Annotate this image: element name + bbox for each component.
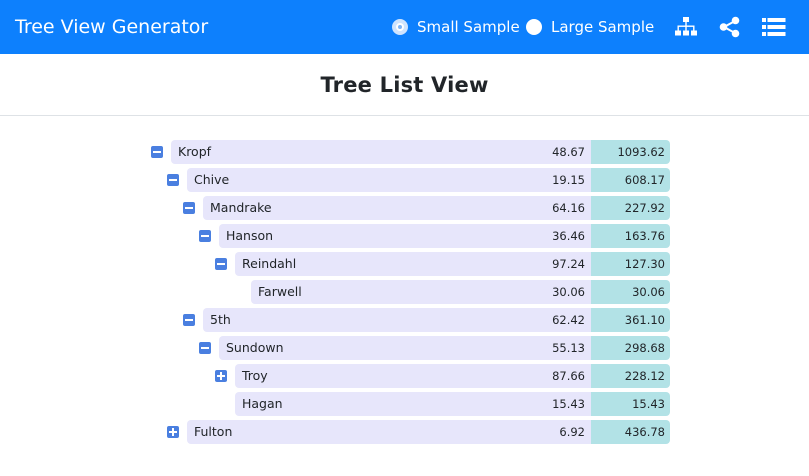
share-icon[interactable] [718,16,742,38]
node-name: Mandrake [210,200,272,215]
sitemap-icon[interactable] [674,16,698,38]
node-name: Hagan [242,396,283,411]
node-total: 1093.62 [591,140,670,164]
node-value: 87.66 [552,369,585,383]
expand-icon[interactable] [167,426,179,438]
collapse-icon[interactable] [167,174,179,186]
small-sample-label: Small Sample [417,18,520,36]
tree-node[interactable]: Mandrake 64.16 [203,196,591,220]
node-total: 361.10 [591,308,670,332]
tree-node[interactable]: Chive 19.15 [187,168,591,192]
tree-row: Sundown 55.13 298.68 [0,336,809,360]
node-name: Troy [242,368,268,383]
radio-checked-icon[interactable] [392,19,408,35]
node-total: 30.06 [591,280,670,304]
node-value: 62.42 [552,313,585,327]
tree-row: Reindahl 97.24 127.30 [0,252,809,276]
node-total: 163.76 [591,224,670,248]
tree-node[interactable]: Hagan 15.43 [235,392,591,416]
small-sample-radio[interactable]: Small Sample [392,15,520,39]
tree-row: Farwell 30.06 30.06 [0,280,809,304]
tree-row: Hagan 15.43 15.43 [0,392,809,416]
node-total: 298.68 [591,336,670,360]
node-value: 97.24 [552,257,585,271]
tree-row: Mandrake 64.16 227.92 [0,196,809,220]
node-total: 436.78 [591,420,670,444]
node-total: 608.17 [591,168,670,192]
list-icon[interactable] [762,16,786,38]
large-sample-label: Large Sample [551,18,655,36]
page-header: Tree List View [0,54,809,116]
tree-node[interactable]: Farwell 30.06 [251,280,591,304]
expand-icon[interactable] [215,370,227,382]
node-total: 228.12 [591,364,670,388]
collapse-icon[interactable] [183,202,195,214]
node-value: 64.16 [552,201,585,215]
node-total: 227.92 [591,196,670,220]
node-name: Chive [194,172,230,187]
tree-node[interactable]: Troy 87.66 [235,364,591,388]
app-brand[interactable]: Tree View Generator [15,14,208,40]
collapse-icon[interactable] [199,342,211,354]
node-total: 127.30 [591,252,670,276]
node-value: 36.46 [552,229,585,243]
tree-node[interactable]: Sundown 55.13 [219,336,591,360]
large-sample-radio[interactable]: Large Sample [526,15,654,39]
node-total: 15.43 [591,392,670,416]
navbar: Tree View Generator Small Sample Large S… [0,0,809,54]
node-value: 6.92 [559,425,585,439]
tree-node[interactable]: 5th 62.42 [203,308,591,332]
node-name: Hanson [226,228,274,243]
tree-row: Hanson 36.46 163.76 [0,224,809,248]
tree-node[interactable]: Hanson 36.46 [219,224,591,248]
node-value: 48.67 [552,145,585,159]
tree-node[interactable]: Fulton 6.92 [187,420,591,444]
node-name: Reindahl [242,256,297,271]
tree-row: Chive 19.15 608.17 [0,168,809,192]
node-name: Sundown [226,340,284,355]
node-value: 55.13 [552,341,585,355]
collapse-icon[interactable] [183,314,195,326]
node-name: 5th [210,312,231,327]
page-title: Tree List View [320,72,489,97]
tree-row: Fulton 6.92 436.78 [0,420,809,444]
node-name: Farwell [258,284,302,299]
node-name: Fulton [194,424,233,439]
node-value: 15.43 [552,397,585,411]
tree-row: Kropf 48.67 1093.62 [0,140,809,164]
collapse-icon[interactable] [199,230,211,242]
tree-node[interactable]: Kropf 48.67 [171,140,591,164]
collapse-icon[interactable] [151,146,163,158]
node-name: Kropf [178,144,212,159]
node-value: 19.15 [552,173,585,187]
collapse-icon[interactable] [215,258,227,270]
tree-node[interactable]: Reindahl 97.24 [235,252,591,276]
tree-row: 5th 62.42 361.10 [0,308,809,332]
node-value: 30.06 [552,285,585,299]
radio-unchecked-icon[interactable] [526,19,542,35]
tree-row: Troy 87.66 228.12 [0,364,809,388]
